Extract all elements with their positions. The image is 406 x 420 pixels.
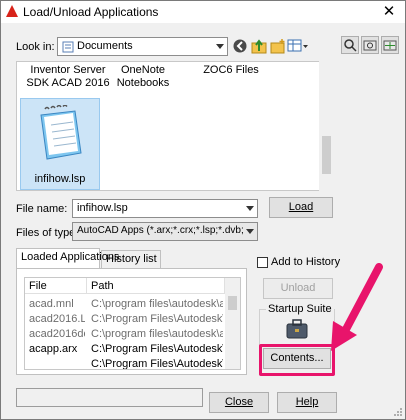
chevron-down-icon: [246, 206, 254, 211]
file-name: Inventor Server SDK ACAD 2016: [26, 64, 110, 89]
callout-arrow-icon: [331, 263, 383, 351]
window-title: Load/Unload Applications: [23, 5, 159, 19]
browse-button[interactable]: [381, 36, 399, 54]
table-row[interactable]: C:\Program Files\Autodesk\AutoCA...: [25, 357, 225, 369]
views-menu-icon[interactable]: [287, 38, 309, 54]
file-name: OneNote Notebooks: [116, 64, 170, 89]
filetype-value: AutoCAD Apps (*.arx;*.crx;*.lsp;*.dvb;*.…: [77, 225, 243, 236]
notepad-file-icon: [40, 105, 82, 160]
scrollbar-thumb[interactable]: [322, 136, 331, 174]
file-item-infihow[interactable]: infihow.lsp: [20, 98, 100, 190]
add-to-history-checkbox[interactable]: [257, 257, 268, 268]
folder-search-icon: [363, 40, 377, 51]
tab-loaded-applications[interactable]: Loaded Applications: [16, 248, 119, 268]
table-row[interactable]: acad.mnl C:\program files\autodesk\autoc…: [25, 297, 225, 312]
help-button[interactable]: Help: [277, 392, 337, 413]
table-row[interactable]: acad2016.L... C:\Program Files\Autodesk\…: [25, 312, 225, 327]
startup-suite-label: Startup Suite: [266, 303, 334, 315]
back-icon[interactable]: [232, 38, 250, 54]
chevron-down-icon: [216, 44, 224, 49]
filetype-dropdown[interactable]: AutoCAD Apps (*.arx;*.crx;*.lsp;*.dvb;*.…: [72, 222, 258, 241]
loaded-apps-table[interactable]: File Path acad.mnl C:\program files\auto…: [24, 277, 241, 370]
loaded-apps-panel: File Path acad.mnl C:\program files\auto…: [16, 268, 247, 375]
lookin-value: Documents: [77, 40, 133, 52]
scrollbar-thumb[interactable]: [228, 296, 237, 310]
find-button[interactable]: [341, 36, 359, 54]
load-button[interactable]: Load: [269, 197, 333, 218]
file-item-zoc6[interactable]: ZOC6 Files: [201, 64, 261, 77]
filename-value: infihow.lsp: [77, 202, 128, 214]
resize-grip-icon[interactable]: [393, 407, 403, 417]
lookin-label: Look in:: [16, 41, 55, 53]
chevron-down-icon: [246, 229, 254, 234]
callout-highlight-box: [259, 344, 335, 376]
file-list-scrollbar[interactable]: [319, 61, 334, 191]
close-icon[interactable]: ✕: [377, 3, 401, 21]
column-header-path[interactable]: Path: [87, 278, 225, 294]
unload-button[interactable]: Unload: [263, 278, 333, 299]
filename-label: File name:: [16, 203, 68, 215]
new-folder-icon[interactable]: [269, 38, 287, 54]
file-name: ZOC6 Files: [203, 64, 259, 76]
file-list[interactable]: Inventor Server SDK ACAD 2016 OneNote No…: [16, 61, 334, 191]
filetype-label: Files of type:: [16, 227, 79, 239]
file-item-onenote[interactable]: OneNote Notebooks: [111, 64, 175, 90]
magnifier-icon: [344, 39, 357, 52]
up-folder-icon[interactable]: [251, 38, 269, 54]
briefcase-icon: [286, 319, 308, 339]
table-scrollbar[interactable]: [225, 278, 240, 369]
documents-folder-icon: [62, 41, 74, 53]
close-button[interactable]: Close: [209, 392, 269, 413]
status-field: [16, 388, 203, 407]
filename-input[interactable]: infihow.lsp: [72, 199, 258, 218]
file-name: infihow.lsp: [34, 173, 86, 185]
load-unload-dialog: Load/Unload Applications ✕ Look in: Docu…: [0, 0, 406, 420]
column-header-file[interactable]: File: [25, 278, 87, 294]
title-bar: Load/Unload Applications ✕: [1, 1, 405, 23]
table-row[interactable]: acad2016do... C:\program files\autodesk\…: [25, 327, 225, 342]
folder-grid-icon: [383, 40, 397, 51]
file-item-inventor[interactable]: Inventor Server SDK ACAD 2016: [23, 64, 113, 90]
autocad-logo-icon: [6, 5, 18, 17]
locate-button[interactable]: [361, 36, 379, 54]
lookin-dropdown[interactable]: Documents: [57, 37, 228, 56]
table-row[interactable]: acapp.arx C:\Program Files\Autodesk\Auto…: [25, 342, 225, 357]
